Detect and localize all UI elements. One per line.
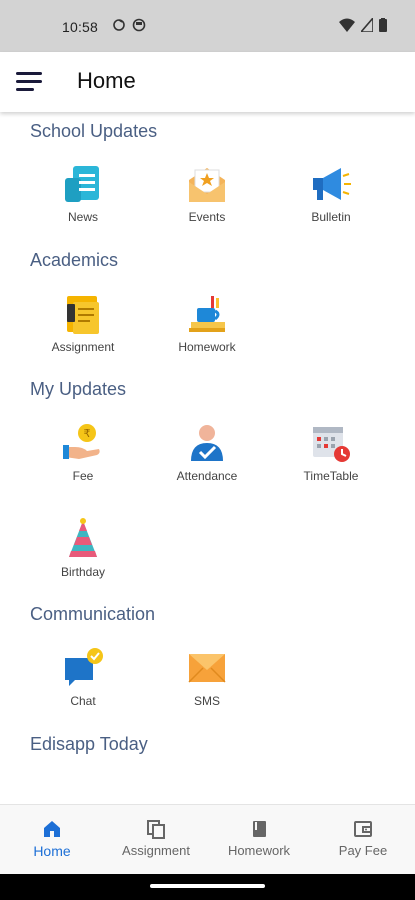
svg-text:₹: ₹ bbox=[84, 427, 91, 440]
wifi-icon bbox=[339, 18, 355, 32]
nav-label: Assignment bbox=[122, 843, 190, 858]
status-bar: 10:58 bbox=[0, 0, 415, 52]
nav-pay-fee[interactable]: Pay Fee bbox=[311, 805, 415, 875]
tile-fee[interactable]: ₹ Fee bbox=[28, 421, 138, 483]
section-title-school-updates: School Updates bbox=[30, 121, 158, 141]
tile-assignment[interactable]: Assignment bbox=[28, 292, 138, 354]
tile-attendance[interactable]: Attendance bbox=[152, 421, 262, 483]
section-title-communication: Communication bbox=[30, 604, 156, 624]
system-nav-bar bbox=[0, 874, 415, 900]
section-title-my-updates: My Updates bbox=[30, 379, 127, 399]
nav-homework[interactable]: Homework bbox=[207, 805, 311, 875]
home-gesture-handle[interactable] bbox=[150, 884, 265, 888]
tile-events[interactable]: Events bbox=[152, 162, 262, 224]
battery-icon bbox=[379, 18, 387, 32]
events-icon bbox=[189, 168, 225, 202]
tile-bulletin[interactable]: Bulletin bbox=[276, 162, 386, 224]
book-icon bbox=[253, 821, 266, 837]
tile-news[interactable]: News bbox=[28, 162, 138, 224]
tile-label: Chat bbox=[70, 694, 96, 708]
home-content: School Updates News Events Bulletin Acad… bbox=[0, 112, 415, 804]
tile-label: Fee bbox=[72, 469, 94, 483]
chat-icon bbox=[65, 648, 103, 686]
tile-label: News bbox=[67, 210, 98, 224]
home-icon bbox=[44, 821, 60, 837]
menu-icon[interactable] bbox=[16, 72, 44, 92]
tile-chat[interactable]: Chat bbox=[28, 646, 138, 708]
tile-label: Birthday bbox=[60, 565, 106, 579]
nav-label: Home bbox=[33, 843, 71, 859]
status-time: 10:58 bbox=[62, 19, 99, 35]
tile-label: TimeTable bbox=[303, 469, 359, 483]
nav-home[interactable]: Home bbox=[0, 805, 104, 875]
nav-assignment[interactable]: Assignment bbox=[104, 805, 208, 875]
tile-label: Homework bbox=[178, 340, 236, 354]
news-icon bbox=[65, 166, 99, 202]
tile-label: Assignment bbox=[51, 340, 115, 354]
tile-label: Attendance bbox=[176, 469, 238, 483]
calendar-clock-icon bbox=[313, 427, 350, 462]
nav-label: Pay Fee bbox=[338, 843, 388, 858]
bottom-nav: Home Assignment Homework Pay Fee bbox=[0, 804, 415, 874]
fee-icon: ₹ bbox=[63, 424, 100, 459]
tile-label: Events bbox=[188, 210, 226, 224]
nav-label: Homework bbox=[227, 843, 291, 858]
homework-icon bbox=[189, 296, 225, 332]
page-title: Home bbox=[77, 68, 136, 93]
tile-label: SMS bbox=[193, 694, 220, 708]
assignment-icon bbox=[67, 296, 99, 334]
tile-sms[interactable]: SMS bbox=[152, 646, 262, 708]
copy-icon bbox=[147, 820, 165, 839]
cell-signal-icon bbox=[361, 18, 373, 32]
party-hat-icon bbox=[69, 518, 97, 557]
attendance-icon bbox=[191, 425, 223, 461]
envelope-icon bbox=[188, 654, 226, 683]
tile-homework[interactable]: Homework bbox=[152, 292, 262, 354]
tile-birthday[interactable]: Birthday bbox=[28, 517, 138, 579]
sync-icon bbox=[113, 19, 125, 31]
wallet-icon bbox=[354, 821, 372, 837]
app-bar: Home bbox=[0, 52, 415, 112]
section-title-academics: Academics bbox=[30, 250, 119, 270]
tile-label: Bulletin bbox=[311, 210, 351, 224]
section-title-edisapp-today: Edisapp Today bbox=[30, 734, 148, 754]
megaphone-icon bbox=[313, 168, 351, 200]
tile-timetable[interactable]: TimeTable bbox=[276, 421, 386, 483]
settings-icon bbox=[132, 18, 146, 32]
